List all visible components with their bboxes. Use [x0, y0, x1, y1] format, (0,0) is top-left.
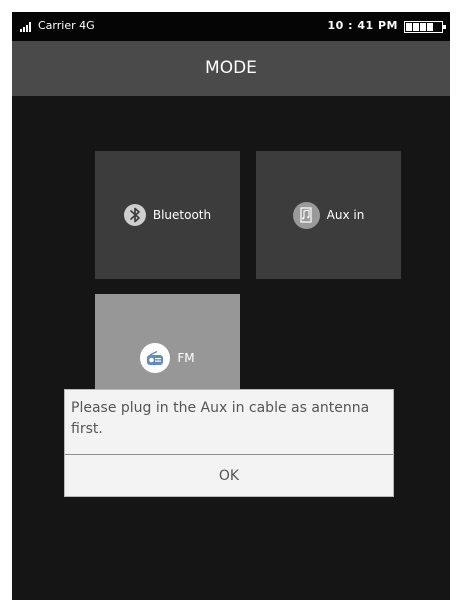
dialog-message: Please plug in the Aux in cable as anten… — [71, 400, 370, 437]
signal-strength-icon — [20, 22, 34, 32]
mode-label-fm: FM — [177, 351, 195, 365]
page-title: MODE — [12, 41, 450, 96]
music-file-icon — [292, 201, 320, 229]
ok-button[interactable]: OK — [65, 455, 393, 497]
carrier-label: Carrier 4G — [38, 19, 95, 32]
alert-dialog: Please plug in the Aux in cable as anten… — [64, 389, 394, 497]
mode-tile-bluetooth[interactable]: Bluetooth — [95, 151, 240, 279]
mode-label-bluetooth: Bluetooth — [152, 208, 212, 222]
mode-label-aux-in: Aux in — [326, 208, 365, 222]
radio-icon — [140, 343, 171, 373]
status-bar: Carrier 4G 10 : 41 PM — [12, 12, 450, 41]
bluetooth-icon — [123, 204, 146, 226]
phone-screen: Carrier 4G 10 : 41 PM MODE Bluetooth Aux… — [12, 12, 450, 600]
battery-icon — [404, 21, 446, 33]
mode-tile-aux-in[interactable]: Aux in — [256, 151, 401, 279]
status-time: 10 : 41 PM — [327, 19, 398, 32]
